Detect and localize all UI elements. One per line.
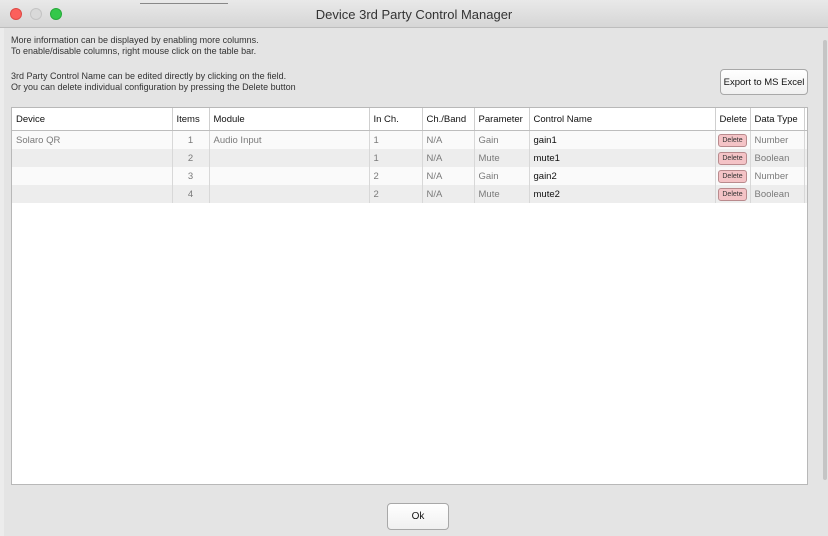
header-device[interactable]: Device [12,108,173,131]
header-items[interactable]: Items [172,108,210,131]
cell-delete: Delete [715,185,751,203]
column-info-text: More information can be displayed by ena… [11,35,259,57]
cell-device: Solaro QR [12,130,173,149]
table-header-row[interactable]: Device Items Module In Ch. Ch./Band Para… [12,108,807,131]
control-table[interactable]: Device Items Module In Ch. Ch./Band Para… [11,107,808,485]
cell-spacer [804,185,807,203]
cell-delete: Delete [715,149,751,167]
cell-parameter: Gain [474,130,530,149]
cell-items: 4 [172,185,210,203]
cell-module [209,185,370,203]
cell-device [12,149,173,167]
header-control-name[interactable]: Control Name [529,108,716,131]
header-data-type[interactable]: Data Type [750,108,805,131]
table-row[interactable]: 2 1 N/A Mute mute1 Delete Boolean [12,149,807,167]
cell-module [209,167,370,185]
cell-device [12,185,173,203]
info-line-4: Or you can delete individual configurati… [11,82,296,92]
cell-ch-band: N/A [422,185,475,203]
cell-items: 3 [172,167,210,185]
cell-ch-band: N/A [422,130,475,149]
cell-module: Audio Input [209,130,370,149]
info-line-1: More information can be displayed by ena… [11,35,259,45]
cell-in-ch: 1 [369,130,423,149]
cell-ch-band: N/A [422,149,475,167]
delete-button[interactable]: Delete [718,151,747,165]
cell-parameter: Gain [474,167,530,185]
window-title: Device 3rd Party Control Manager [315,7,513,22]
cell-control-name[interactable]: mute1 [529,149,716,167]
title-bar: Device 3rd Party Control Manager [0,0,828,28]
cell-data-type: Number [750,130,805,149]
cell-in-ch: 1 [369,149,423,167]
table-row[interactable]: Solaro QR 1 Audio Input 1 N/A Gain gain1… [12,130,807,149]
cell-data-type: Boolean [750,149,805,167]
table-row[interactable]: 4 2 N/A Mute mute2 Delete Boolean [12,185,807,203]
header-delete[interactable]: Delete [715,108,751,131]
header-parameter[interactable]: Parameter [474,108,530,131]
edit-info-text: 3rd Party Control Name can be edited dir… [11,71,296,93]
header-module[interactable]: Module [209,108,370,131]
cell-data-type: Number [750,167,805,185]
cell-control-name[interactable]: gain1 [529,130,716,149]
info-line-3: 3rd Party Control Name can be edited dir… [11,71,287,81]
cell-parameter: Mute [474,149,530,167]
delete-button[interactable]: Delete [718,187,747,201]
delete-button[interactable]: Delete [718,169,747,183]
delete-button[interactable]: Delete [718,133,747,147]
cell-delete: Delete [715,130,751,149]
cell-control-name[interactable]: gain2 [529,167,716,185]
cell-items: 2 [172,149,210,167]
cell-spacer [804,167,807,185]
header-in-ch[interactable]: In Ch. [369,108,423,131]
cell-delete: Delete [715,167,751,185]
export-excel-button[interactable]: Export to MS Excel [720,69,808,95]
cell-control-name[interactable]: mute2 [529,185,716,203]
cell-spacer [804,130,807,149]
cell-ch-band: N/A [422,167,475,185]
cell-in-ch: 2 [369,167,423,185]
cell-items: 1 [172,130,210,149]
cell-data-type: Boolean [750,185,805,203]
cell-parameter: Mute [474,185,530,203]
cell-in-ch: 2 [369,185,423,203]
table-row[interactable]: 3 2 N/A Gain gain2 Delete Number [12,167,807,185]
header-spacer [804,108,807,131]
cell-device [12,167,173,185]
title-divider [140,3,228,4]
ok-button[interactable]: Ok [387,503,449,530]
info-line-2: To enable/disable columns, right mouse c… [11,46,257,56]
cell-module [209,149,370,167]
window-scrollbar-thumb[interactable] [823,40,827,480]
header-ch-band[interactable]: Ch./Band [422,108,475,131]
cell-spacer [804,149,807,167]
